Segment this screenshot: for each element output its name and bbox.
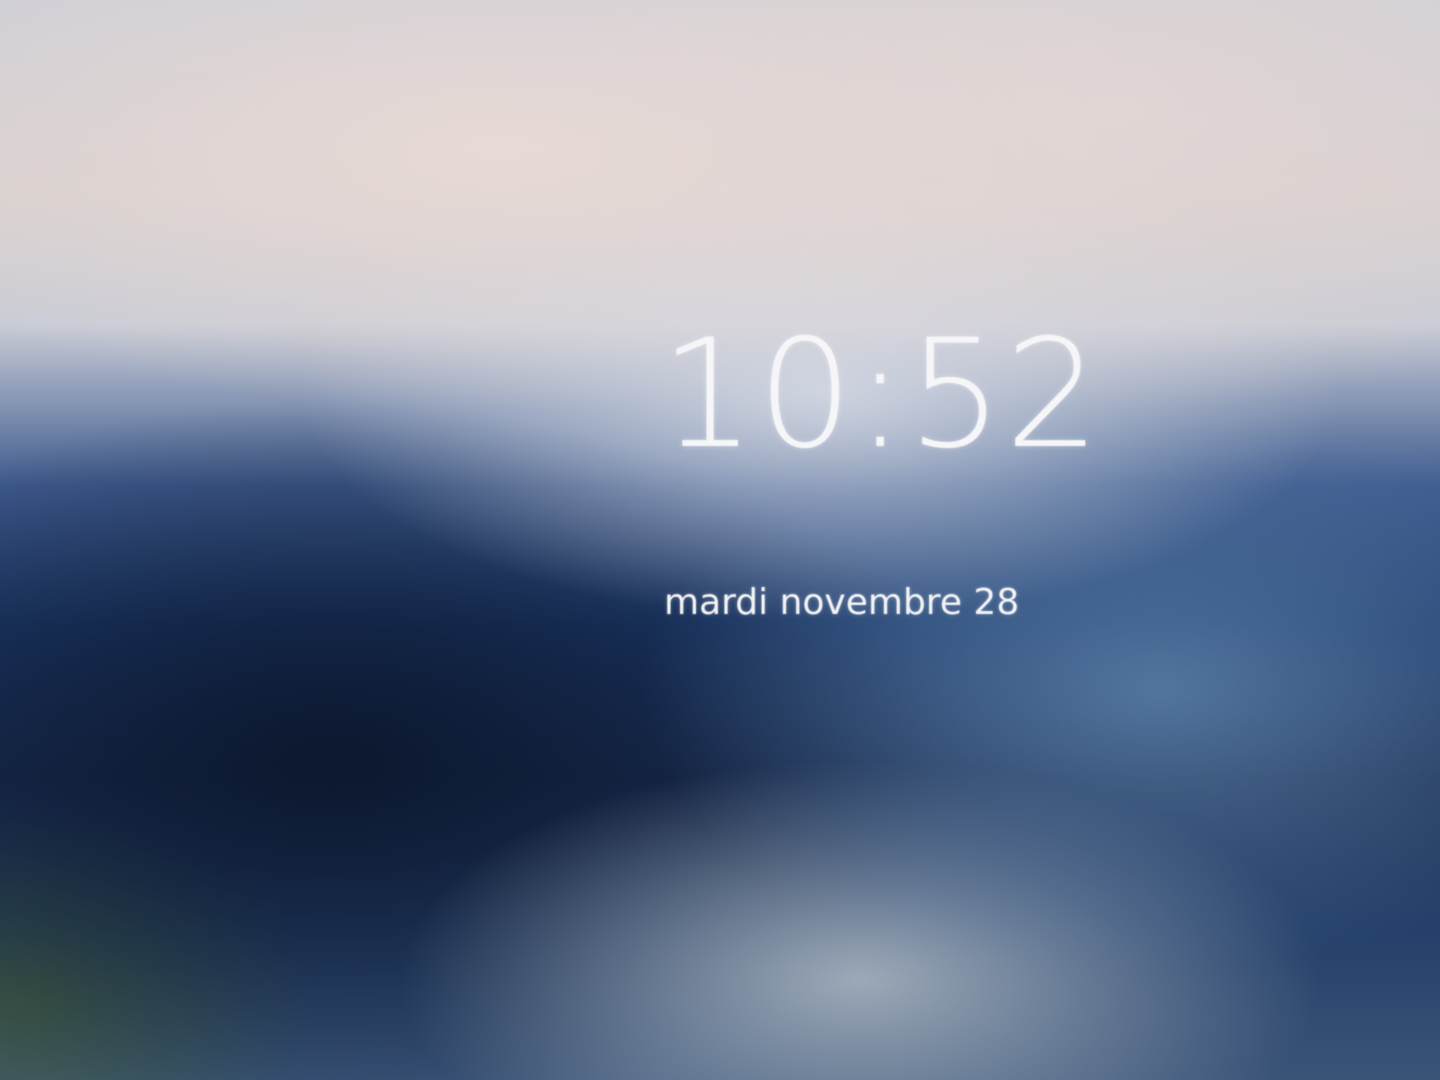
clock-time: 10:52 [660,308,1103,482]
lock-screen[interactable]: 10:52 mardi novembre 28 [0,0,1440,1080]
clock-widget: 10:52 mardi novembre 28 [660,300,1103,623]
clock-date: mardi novembre 28 [664,582,1020,623]
